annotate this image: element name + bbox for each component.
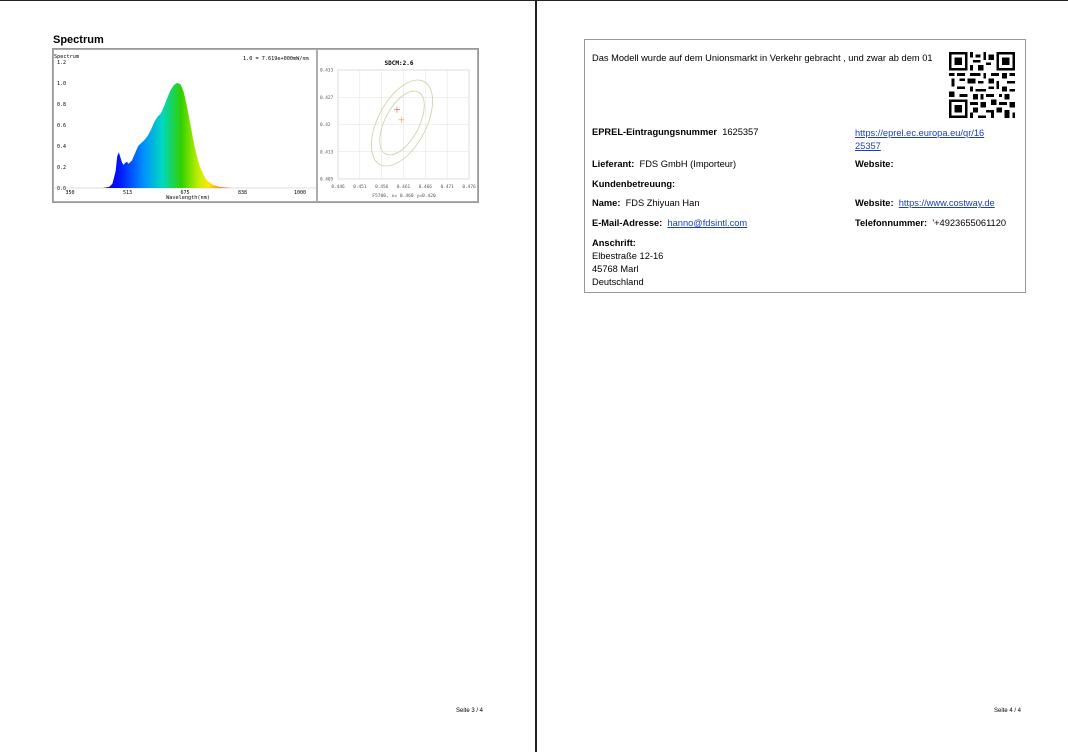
- eprel-label: EPREL-Eintragungsnummer: [592, 127, 718, 137]
- qr-code-icon[interactable]: [949, 52, 1015, 118]
- eprel-link-line-1[interactable]: https://eprel.ec.europa.eu/qr/16: [855, 128, 984, 138]
- supplier-value: FDS GmbH (Importeur): [639, 159, 737, 169]
- spectrum-x-tick-label: 838: [238, 190, 247, 196]
- phone-label: Telefonnummer:: [855, 218, 928, 228]
- email-row: E-Mail-Adresse: hanno@fdsintl.com: [592, 218, 747, 228]
- email-link[interactable]: hanno@fdsintl.com: [667, 218, 747, 228]
- spectrum-x-tick-label: 1000: [294, 190, 306, 196]
- spectrum-y-tick-label: 1.0: [57, 81, 66, 87]
- sdcm-title: SDCM:2.6: [385, 60, 414, 67]
- email-label: E-Mail-Adresse:: [592, 218, 663, 228]
- phone-value: '+4923655061120: [932, 218, 1007, 228]
- section-title: Spectrum: [53, 34, 104, 46]
- website-link[interactable]: https://www.costway.de: [899, 198, 995, 208]
- sdcm-y-tick-label: 0.433: [320, 68, 334, 74]
- spectrum-y-tick-label: 1.2: [57, 60, 66, 66]
- customer-service-label: Kundenbetreuung:: [592, 179, 676, 189]
- sdcm-x-tick-label: 0.456: [375, 184, 389, 190]
- eprel-link-block[interactable]: https://eprel.ec.europa.eu/qr/16 25357: [855, 127, 984, 152]
- name-row: Name: FDS Zhiyuan Han: [592, 198, 699, 208]
- sdcm-y-tick-label: 0.413: [320, 149, 334, 155]
- market-intro-text: Das Modell wurde auf dem Unionsmarkt in …: [592, 53, 933, 63]
- address-line-3: Deutschland: [592, 277, 644, 287]
- eprel-row: EPREL-Eintragungsnummer 1625357: [592, 127, 758, 137]
- sdcm-x-tick-label: 0.461: [397, 184, 411, 190]
- spectrum-y-tick-label: 0.8: [57, 102, 66, 108]
- website-row: Website: https://www.costway.de: [855, 198, 995, 208]
- sdcm-plot-frame: [317, 49, 478, 202]
- sdcm-footnote: F5700, x= 0.460 y=0.420: [372, 193, 436, 199]
- name-value: FDS Zhiyuan Han: [625, 198, 700, 208]
- spectrum-y-tick-label: 0.4: [57, 144, 66, 150]
- sdcm-y-tick-label: 0.427: [320, 95, 334, 101]
- spectrum-scale-note: 1.0 = 7.619e+000mW/nm: [243, 56, 309, 62]
- eprel-value: 1625357: [722, 127, 759, 137]
- spectrum-x-tick-label: 350: [65, 190, 74, 196]
- supplier-label: Lieferant:: [592, 159, 635, 169]
- spectrum-figure-svg: Spectrum 1.0 = 7.619e+000mW/nm 0.00.20.4…: [53, 49, 478, 202]
- spectrum-y-tick-label: 0.2: [57, 165, 66, 171]
- supplier-row: Lieferant: FDS GmbH (Importeur): [592, 159, 736, 169]
- eprel-link-line-2[interactable]: 25357: [855, 141, 881, 151]
- page-number: Seite 3 / 4: [456, 708, 484, 714]
- sdcm-x-tick-label: 0.476: [462, 184, 476, 190]
- spectrum-area: [102, 83, 239, 188]
- address-line-2: 45768 Marl: [592, 264, 639, 274]
- page-number: Seite 4 / 4: [994, 708, 1022, 714]
- phone-row: Telefonnummer: '+4923655061120: [855, 218, 1006, 228]
- spectrum-y-tick-label: 0.6: [57, 123, 66, 129]
- sdcm-y-tick-label: 0.405: [320, 177, 334, 183]
- spectrum-x-label: Wavelength(nm): [166, 195, 210, 201]
- name-label: Name:: [592, 198, 621, 208]
- page-3: Spectrum Spectrum 1.0 = 7.619e+000mW/nm …: [0, 0, 535, 752]
- sdcm-x-tick-label: 0.446: [331, 184, 345, 190]
- website-label-supplier: Website:: [855, 159, 894, 169]
- spectrum-figure: Spectrum 1.0 = 7.619e+000mW/nm 0.0 0.2 0.4…: [52, 48, 479, 203]
- product-info-box: Das Modell wurde auf dem Unionsmarkt in …: [584, 39, 1026, 293]
- sdcm-x-tick-label: 0.471: [441, 184, 455, 190]
- sdcm-y-tick-label: 0.42: [320, 122, 331, 128]
- spectrum-y-ticks: 0.00.20.40.60.81.01.2: [57, 60, 66, 192]
- sdcm-x-tick-label: 0.451: [353, 184, 367, 190]
- address-label: Anschrift:: [592, 238, 636, 248]
- address-block: Anschrift: Elbestraße 12-16 45768 Marl D…: [592, 237, 663, 289]
- spectrum-x-tick-label: 513: [123, 190, 132, 196]
- website-label-service: Website:: [855, 198, 894, 208]
- page-4: Das Modell wurde auf dem Unionsmarkt in …: [536, 0, 1068, 752]
- address-line-1: Elbestraße 12-16: [592, 251, 664, 261]
- sdcm-x-tick-label: 0.466: [419, 184, 433, 190]
